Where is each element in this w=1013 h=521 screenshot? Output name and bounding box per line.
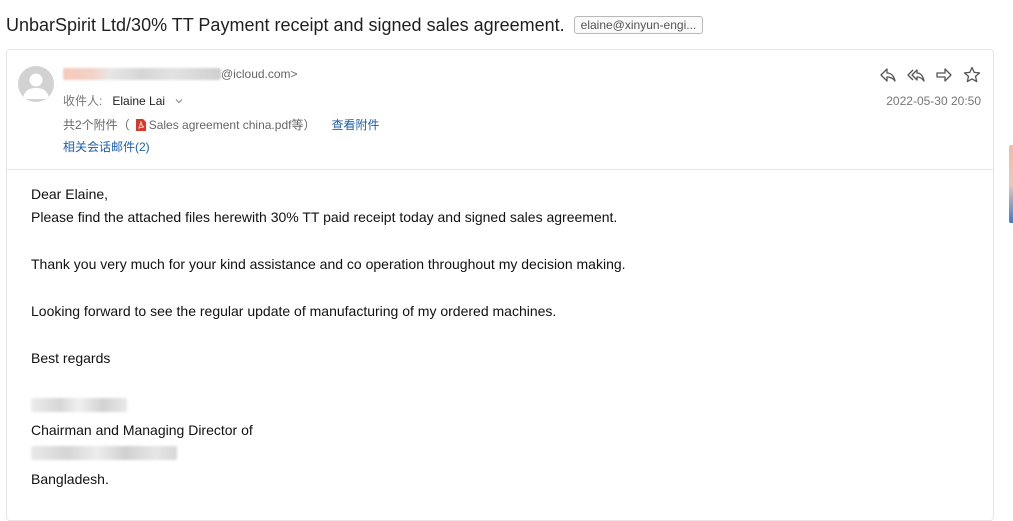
side-panel-edge	[1009, 145, 1013, 223]
signature-title: Chairman and Managing Director of	[31, 422, 253, 439]
attachments-line: 共2个附件（ Sales agreement china.pdf等） 查看附件	[63, 116, 379, 133]
redacted-signature-name	[31, 397, 127, 412]
sender-line: @icloud.com>	[63, 66, 298, 82]
action-icons	[879, 66, 981, 84]
star-icon[interactable]	[963, 66, 981, 84]
closing: Best regards	[31, 349, 111, 366]
body-paragraph-1: Please find the attached files herewith …	[31, 209, 618, 226]
email-date: 2022-05-30 20:50	[886, 94, 981, 108]
mailbox-tag[interactable]: elaine@xinyun-engi...	[573, 16, 704, 34]
recipient-name[interactable]: Elaine Lai	[112, 94, 165, 108]
signature-country: Bangladesh.	[31, 470, 109, 487]
signature-name-row	[31, 394, 626, 419]
chevron-down-icon[interactable]	[175, 97, 183, 105]
email-header: @icloud.com> 收件人: Elaine Lai 共2个附件（ Sale…	[7, 50, 993, 170]
email-body: Dear Elaine, Please find the attached fi…	[31, 183, 626, 491]
forward-icon[interactable]	[935, 66, 953, 84]
recipient-label: 收件人:	[63, 94, 103, 108]
sender-email[interactable]: @icloud.com>	[221, 67, 298, 81]
greeting: Dear Elaine,	[31, 186, 109, 202]
reply-all-icon[interactable]	[907, 66, 925, 84]
reply-icon[interactable]	[879, 66, 897, 84]
body-paragraph-2: Thank you very much for your kind assist…	[31, 256, 626, 273]
email-card: @icloud.com> 收件人: Elaine Lai 共2个附件（ Sale…	[6, 49, 994, 521]
recipient-line: 收件人: Elaine Lai	[63, 92, 183, 109]
redacted-company-name	[31, 446, 177, 461]
user-icon	[23, 73, 49, 99]
signature-company-row	[31, 442, 626, 467]
email-subject: UnbarSpirit Ltd/30% TT Payment receipt a…	[6, 14, 565, 35]
view-attachments-link[interactable]: 查看附件	[331, 116, 379, 133]
body-paragraph-3: Looking forward to see the regular updat…	[31, 303, 557, 320]
subject-bar: UnbarSpirit Ltd/30% TT Payment receipt a…	[6, 12, 704, 38]
redacted-sender-name	[63, 68, 221, 80]
attachment-file-name[interactable]: Sales agreement china.pdf等）	[149, 116, 316, 133]
attachment-count: 共2个附件（	[63, 118, 130, 132]
related-conversations-link[interactable]: 相关会话邮件(2)	[63, 138, 150, 155]
avatar	[18, 66, 54, 102]
pdf-icon	[135, 118, 146, 131]
